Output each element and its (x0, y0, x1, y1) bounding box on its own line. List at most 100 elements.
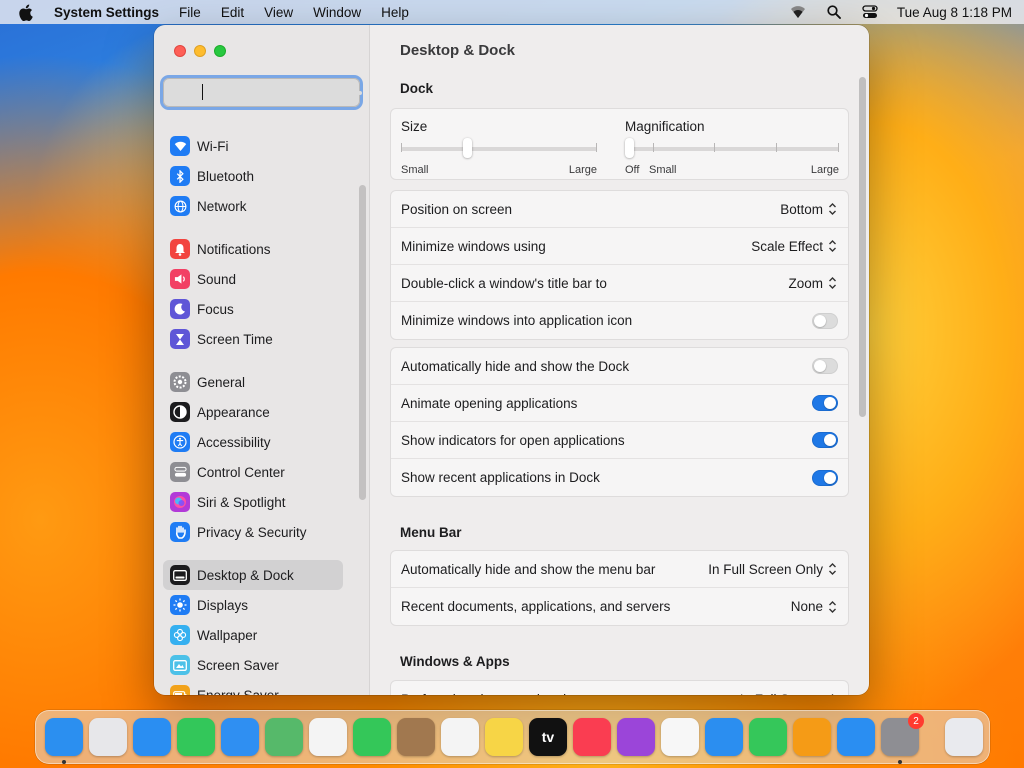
section-title-dock: Dock (400, 81, 434, 96)
contacts-icon[interactable] (397, 718, 435, 756)
news-icon[interactable] (661, 718, 699, 756)
main-scrollbar[interactable] (859, 77, 866, 417)
sidebar-item-screen-saver[interactable]: Screen Saver (163, 650, 351, 680)
podcasts-icon[interactable] (617, 718, 655, 756)
photos-icon[interactable] (309, 718, 347, 756)
setting-label: Minimize windows into application icon (401, 313, 633, 328)
popup-button[interactable]: Scale Effect (751, 239, 838, 254)
magnification-slider-knob[interactable] (625, 138, 634, 158)
mail-icon[interactable] (221, 718, 259, 756)
wifi-status-icon[interactable] (789, 4, 807, 20)
maps-icon[interactable] (265, 718, 303, 756)
magnification-min-label: Small (649, 164, 677, 176)
menu-edit[interactable]: Edit (221, 5, 244, 20)
popup-button[interactable]: In Full Screen Only (708, 562, 838, 577)
windows-apps-group: Prefer tabs when opening documentsIn Ful… (390, 680, 849, 695)
search-field[interactable] (163, 78, 362, 107)
sidebar-item-bluetooth[interactable]: Bluetooth (163, 161, 351, 191)
up-down-chevron-icon (829, 277, 836, 289)
sidebar-item-control-center[interactable]: Control Center (163, 457, 351, 487)
system-settings-icon[interactable]: 2 (881, 713, 924, 764)
sidebar-item-notifications[interactable]: Notifications (163, 234, 351, 264)
control-center-icon (170, 462, 190, 482)
finder-icon[interactable] (45, 718, 83, 764)
search-input[interactable] (179, 85, 355, 100)
main-pane: Desktop & Dock Dock Size Small Large Mag… (370, 25, 869, 695)
sidebar-item-wi-fi[interactable]: Wi-Fi (163, 131, 351, 161)
sidebar-item-wallpaper[interactable]: Wallpaper (163, 620, 351, 650)
setting-row-minimize-windows-into-application-icon: Minimize windows into application icon (391, 302, 848, 339)
settings-window: Wi-Fi Bluetooth Network Notifications Sound F… (154, 25, 869, 695)
size-slider-block: Size Small Large (401, 119, 597, 176)
dock: tv 2 (35, 710, 990, 764)
up-down-chevron-icon (829, 203, 836, 215)
sidebar-item-energy-saver[interactable]: Energy Saver (163, 680, 351, 695)
menu-file[interactable]: File (179, 5, 201, 20)
sidebar-item-privacy-security[interactable]: Privacy & Security (163, 517, 351, 547)
notes-icon[interactable] (485, 718, 523, 756)
wifi-icon (170, 136, 190, 156)
numbers-icon[interactable] (749, 718, 787, 756)
facetime-icon[interactable] (353, 718, 391, 756)
sidebar-item-label: Notifications (197, 241, 271, 257)
popup-button[interactable]: In Full Screen (740, 692, 838, 695)
globe-icon (170, 196, 190, 216)
safari-icon[interactable] (133, 718, 171, 756)
running-indicator (898, 760, 902, 764)
setting-label: Automatically hide and show the menu bar (401, 561, 656, 577)
apple-menu-icon[interactable] (18, 3, 34, 21)
toggle-switch[interactable] (812, 358, 838, 374)
control-center-status-icon[interactable] (861, 4, 879, 20)
menu-clock[interactable]: Tue Aug 8 1:18 PM (897, 5, 1012, 20)
sidebar-item-label: Wallpaper (197, 627, 258, 643)
tv-icon[interactable]: tv (529, 718, 567, 756)
menu-help[interactable]: Help (381, 5, 409, 20)
toggle-switch[interactable] (812, 395, 838, 411)
slider-tick (714, 143, 716, 152)
reminders-icon[interactable] (441, 718, 479, 756)
toggle-switch[interactable] (812, 312, 838, 329)
menu-app-name[interactable]: System Settings (54, 5, 159, 20)
text-caret (202, 84, 203, 100)
sidebar-item-focus[interactable]: Focus (163, 294, 351, 324)
menu-window[interactable]: Window (313, 5, 361, 20)
setting-label: Prefer tabs when opening documents (401, 692, 740, 695)
setting-label: Animate opening applications (401, 395, 578, 411)
toggle-switch[interactable] (812, 469, 838, 486)
zoom-button[interactable] (214, 45, 226, 57)
sidebar-item-siri-spotlight[interactable]: Siri & Spotlight (163, 487, 351, 517)
size-slider-knob[interactable] (462, 138, 472, 158)
setting-row-automatically-hide-and-show-the-dock: Automatically hide and show the Dock (391, 348, 848, 385)
sidebar-item-label: Siri & Spotlight (197, 494, 286, 510)
launchpad-icon[interactable] (89, 718, 127, 756)
spotlight-icon[interactable] (825, 4, 843, 20)
keynote-icon[interactable] (705, 718, 743, 756)
dock-behavior-group: Position on screen Bottom Minimize windows… (390, 190, 849, 340)
music-icon[interactable] (573, 718, 611, 756)
close-button[interactable] (174, 45, 186, 57)
trash-icon[interactable] (945, 718, 983, 756)
messages-icon[interactable] (177, 718, 215, 756)
sidebar-item-displays[interactable]: Displays (163, 590, 351, 620)
sidebar-item-accessibility[interactable]: Accessibility (163, 427, 351, 457)
sidebar-item-network[interactable]: Network (163, 191, 351, 221)
toggle-switch[interactable] (812, 432, 838, 448)
running-indicator (62, 760, 66, 764)
minimize-button[interactable] (194, 45, 206, 57)
sidebar-scrollbar[interactable] (359, 185, 366, 500)
pages-icon[interactable] (793, 718, 831, 756)
app-store-icon[interactable] (837, 718, 875, 756)
setting-row-recent-documents-applications-and-servers: Recent documents, applications, and serv… (391, 588, 848, 625)
sidebar-item-desktop-dock[interactable]: Desktop & Dock (163, 560, 343, 590)
menu-view[interactable]: View (264, 5, 293, 20)
magnification-max-label: Large (810, 164, 839, 176)
sidebar-item-screen-time[interactable]: Screen Time (163, 324, 351, 354)
sidebar-item-general[interactable]: General (163, 367, 351, 397)
setting-row-position-on-screen: Position on screen Bottom (391, 191, 848, 228)
battery-icon (170, 685, 190, 695)
sidebar-item-sound[interactable]: Sound (163, 264, 351, 294)
popup-button[interactable]: None (791, 599, 838, 614)
popup-button[interactable]: Zoom (788, 276, 838, 291)
sidebar-item-appearance[interactable]: Appearance (163, 397, 351, 427)
popup-button[interactable]: Bottom (780, 202, 838, 217)
